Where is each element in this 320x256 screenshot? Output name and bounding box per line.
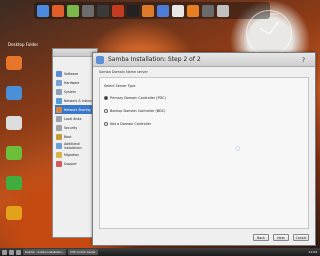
control-center-item[interactable]: Security: [55, 123, 95, 132]
category-icon: [56, 79, 62, 86]
browser-icon[interactable]: [16, 249, 21, 255]
control-center-item[interactable]: Network Sharing: [55, 105, 95, 114]
category-icon: [56, 124, 62, 131]
back-button[interactable]: Back: [253, 234, 269, 241]
cancel-button[interactable]: Cancel: [293, 234, 309, 241]
control-center-item-label: System: [64, 89, 76, 94]
clock-widget: [246, 10, 292, 56]
control-center-item-label: Security: [64, 125, 78, 130]
power-icon[interactable]: [6, 176, 22, 190]
dialog-description: Samba Domain Name server: [99, 70, 148, 74]
category-icon: [56, 88, 62, 95]
category-icon: [56, 115, 62, 122]
app-icon-9[interactable]: [157, 4, 169, 17]
home-folder-icon[interactable]: [6, 56, 22, 70]
show-desktop-icon[interactable]: [9, 249, 14, 255]
category-icon: [56, 106, 62, 113]
app-icon-7[interactable]: [127, 4, 139, 17]
dialog-title: Samba Installation: Step 2 of 2: [108, 56, 201, 63]
task-control-center[interactable]: MTK Control Center: [68, 249, 98, 255]
radio-pdc-label: Primary Domain Controller (PDC): [110, 96, 166, 100]
category-icon: [56, 142, 62, 149]
desktop-folder-label: Desktop Folder: [8, 42, 39, 47]
control-center-item[interactable]: Hardware: [55, 78, 95, 87]
control-center-item-label: Network Sharing: [64, 107, 91, 112]
control-center-item[interactable]: Local disks: [55, 114, 95, 123]
android-icon[interactable]: [6, 146, 22, 160]
dialog-content: Select Server Type Primary Domain Contro…: [99, 77, 309, 229]
start-menu-icon[interactable]: [2, 249, 7, 255]
radio-button[interactable]: [104, 122, 108, 126]
control-center-item[interactable]: Software: [55, 69, 95, 78]
category-icon: [56, 160, 62, 167]
control-center-item[interactable]: Migration: [55, 150, 95, 159]
radio-button[interactable]: [104, 96, 108, 100]
control-center-item[interactable]: Network & Internet: [55, 96, 95, 105]
control-center-item[interactable]: System: [55, 87, 95, 96]
control-center-item-label: Migration: [64, 152, 80, 157]
server-type-label: Select Server Type: [104, 84, 136, 88]
control-center-item[interactable]: Additional installation: [55, 141, 95, 150]
app-icon-13[interactable]: [217, 4, 229, 17]
control-center-item-label: Software: [64, 71, 79, 76]
taskbar-clock[interactable]: 11:04: [308, 250, 317, 254]
radio-pdc[interactable]: Primary Domain Controller (PDC): [104, 96, 166, 100]
help-button[interactable]: ?: [302, 57, 305, 64]
task-samba[interactable]: Dolphin - Samba Installation...: [23, 249, 67, 255]
category-icon: [56, 151, 62, 158]
app-icon-6[interactable]: [112, 4, 124, 17]
control-center-item[interactable]: Boot: [55, 132, 95, 141]
category-icon: [56, 70, 62, 77]
control-center-item-label: Boot: [64, 134, 72, 139]
app-icon-3[interactable]: [67, 4, 79, 17]
control-center-item-label: Hardware: [64, 80, 80, 85]
clock-hour-hand: [269, 21, 279, 35]
app-icon-5[interactable]: [97, 4, 109, 17]
control-center-item-label: Additional installation: [64, 141, 82, 150]
control-center-item-label: Network & Internet: [64, 98, 95, 103]
radio-bdc-label: Backup Domain Controller (BDC): [110, 109, 166, 113]
taskbar: Dolphin - Samba Installation... MTK Cont…: [0, 248, 320, 256]
samba-installation-dialog[interactable]: Samba Installation: Step 2 of 2 ? Samba …: [92, 52, 316, 246]
control-center-item-label: Support: [64, 161, 77, 166]
radio-not-dc-label: Not a Domain Controller: [110, 122, 152, 126]
radio-bdc[interactable]: Backup Domain Controller (BDC): [104, 109, 165, 113]
computer-icon[interactable]: [6, 86, 22, 100]
next-button[interactable]: Next: [273, 234, 289, 241]
settings-icon[interactable]: [6, 206, 22, 220]
control-center-item-label: Local disks: [64, 116, 82, 121]
samba-icon: [96, 55, 104, 64]
category-icon: [56, 97, 62, 104]
radio-button[interactable]: [104, 109, 108, 113]
busy-spinner-icon: ◌: [235, 145, 241, 152]
app-icon-10[interactable]: [172, 4, 184, 17]
clock-minute-hand: [259, 28, 270, 35]
dialog-titlebar[interactable]: Samba Installation: Step 2 of 2: [93, 53, 315, 67]
launcher-dock: [34, 2, 270, 19]
app-icon-4[interactable]: [82, 4, 94, 17]
control-center-item[interactable]: Support: [55, 159, 95, 168]
control-center-titlebar[interactable]: [53, 49, 97, 57]
control-center-nav: Software Hardware System Network & Internet…: [55, 69, 95, 168]
clock-date: 22/12: [270, 12, 279, 16]
app-icon-2[interactable]: [52, 4, 64, 17]
category-icon: [56, 133, 62, 140]
app-icon-1[interactable]: [37, 4, 49, 17]
app-icon-8[interactable]: [142, 4, 154, 17]
radio-not-dc[interactable]: Not a Domain Controller: [104, 122, 151, 126]
app-icon-11[interactable]: [187, 4, 199, 17]
app-icon-12[interactable]: [202, 4, 214, 17]
terminal-icon[interactable]: [6, 116, 22, 130]
